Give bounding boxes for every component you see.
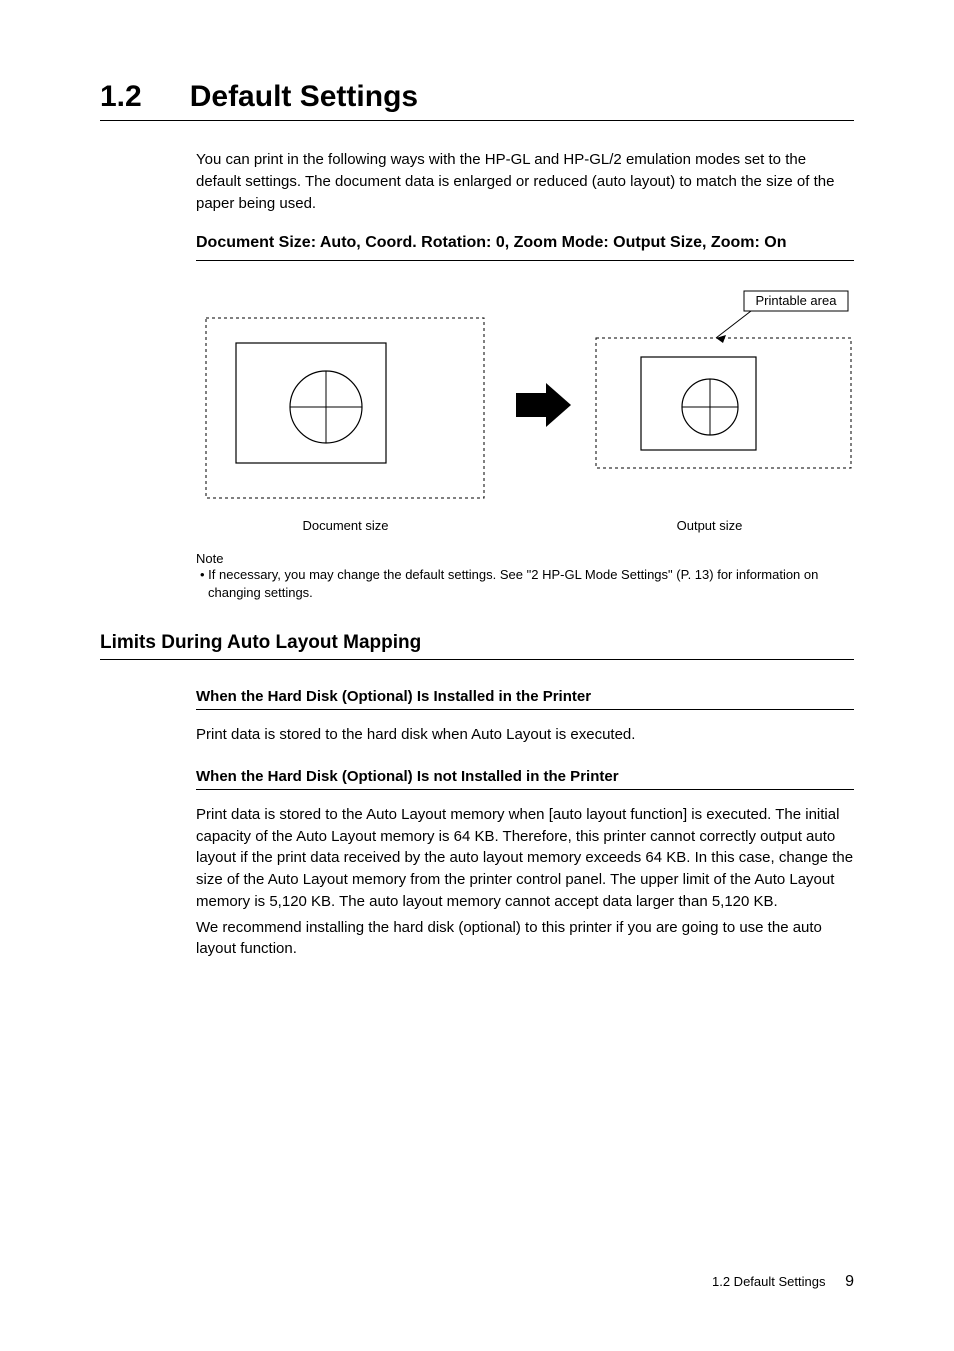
sec2-body2: We recommend installing the hard disk (o…	[196, 917, 854, 961]
document-size-caption: Document size	[196, 518, 495, 533]
page-number: 9	[845, 1273, 854, 1290]
output-size-caption: Output size	[565, 518, 854, 533]
printable-area-label: Printable area	[756, 293, 838, 308]
note-label: Note	[196, 551, 854, 566]
heading-1: 1.2 Default Settings	[100, 80, 854, 121]
sec2-body1: Print data is stored to the Auto Layout …	[196, 804, 854, 913]
page-footer: 1.2 Default Settings 9	[712, 1273, 854, 1291]
heading-title: Default Settings	[190, 80, 418, 114]
note-body: • If necessary, you may change the defau…	[196, 566, 854, 602]
sec1-body: Print data is stored to the hard disk wh…	[196, 724, 854, 746]
intro-paragraph: You can print in the following ways with…	[196, 149, 854, 214]
heading-number: 1.2	[100, 80, 142, 114]
heading-2: Limits During Auto Layout Mapping	[100, 632, 854, 660]
layout-diagram: Printable area	[196, 283, 854, 533]
subheading-settings: Document Size: Auto, Coord. Rotation: 0,…	[196, 232, 854, 260]
subheading-hdd-not-installed: When the Hard Disk (Optional) Is not Ins…	[196, 768, 854, 790]
subheading-hdd-installed: When the Hard Disk (Optional) Is Install…	[196, 688, 854, 710]
footer-section: 1.2 Default Settings	[712, 1274, 825, 1289]
